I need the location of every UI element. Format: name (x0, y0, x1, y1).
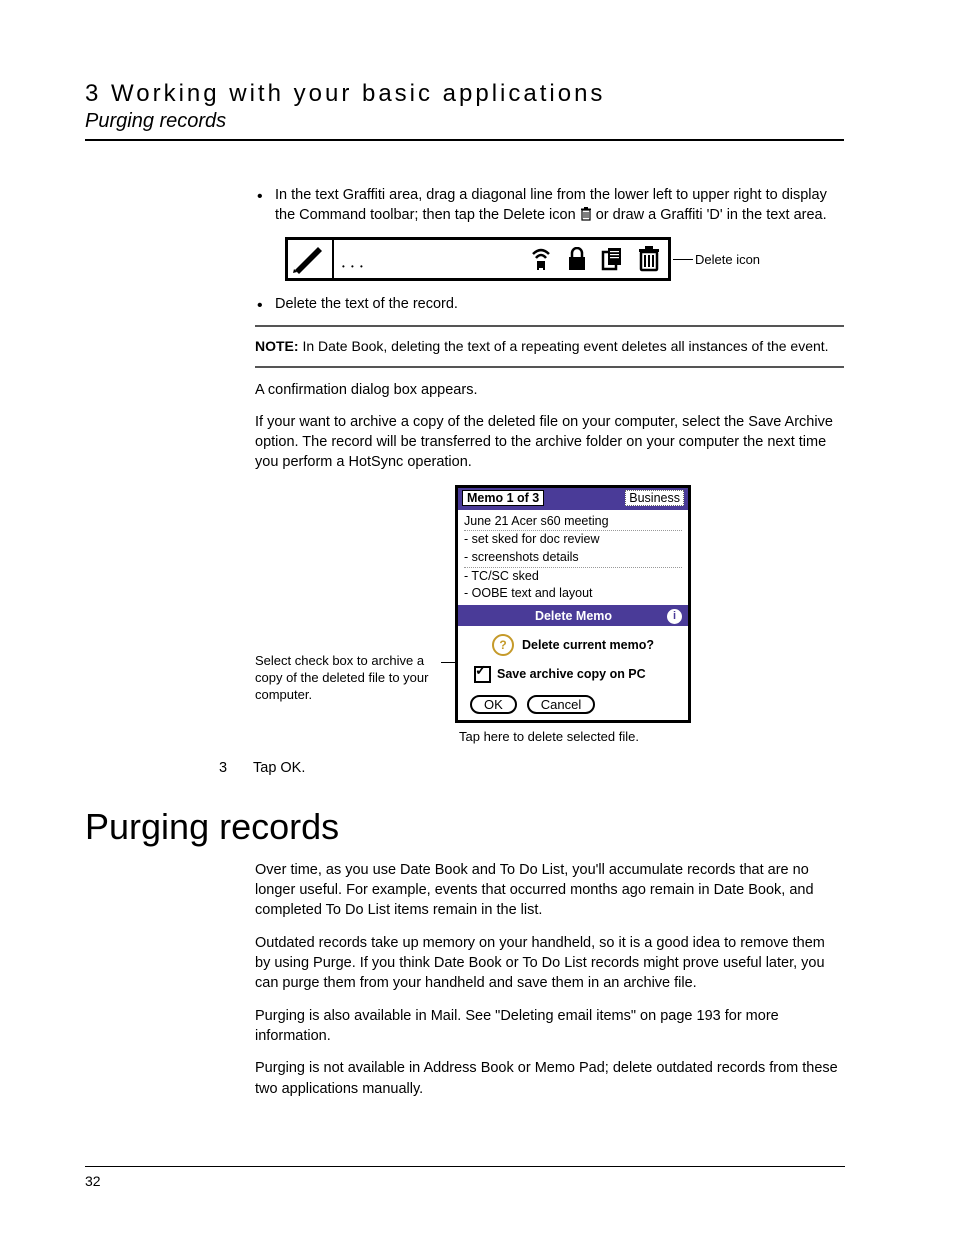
purge-para-4: Purging is not available in Address Book… (255, 1058, 844, 1099)
question-icon: ? (492, 634, 514, 656)
trash-icon (636, 246, 662, 272)
header-rule (85, 139, 844, 141)
note-rule-bottom (255, 366, 844, 368)
cancel-button[interactable]: Cancel (527, 695, 595, 714)
body-content: In the text Graffiti area, drag a diagon… (255, 186, 844, 776)
command-toolbar: • • • (285, 237, 671, 281)
bullet-delete-text: Delete the text of the record. (255, 295, 844, 315)
trash-icon (580, 207, 592, 228)
memo-body: June 21 Acer s60 meeting - set sked for … (458, 508, 688, 605)
archive-paragraph: If your want to archive a copy of the de… (255, 412, 844, 473)
memo-line: - screenshots details (464, 549, 682, 568)
memo-title: Memo 1 of 3 (462, 490, 544, 506)
memo-figure: Select check box to archive a copy of th… (255, 485, 844, 723)
step-row: 3 Tap OK. (219, 760, 844, 776)
callout-leader (441, 662, 455, 663)
ok-button[interactable]: OK (470, 695, 517, 714)
dialog-question: Delete current memo? (522, 638, 654, 652)
toolbar-ellipsis: • • • (334, 248, 528, 271)
step-text: Tap OK. (253, 760, 305, 776)
memo-line: - OOBE text and layout (464, 585, 682, 603)
memo-line: - TC/SC sked (464, 568, 682, 586)
note-rule-top (255, 325, 844, 327)
copy-icon (600, 246, 626, 272)
note-label: NOTE: (255, 338, 299, 354)
memo-line: - set sked for doc review (464, 531, 682, 549)
callout-leader (673, 259, 693, 260)
bullet-graffiti-delete: In the text Graffiti area, drag a diagon… (255, 186, 844, 227)
page-number: 32 (85, 1166, 845, 1189)
ok-callout: Tap here to delete selected file. (459, 729, 844, 744)
purge-para-2: Outdated records take up memory on your … (255, 933, 844, 994)
confirm-paragraph: A confirmation dialog box appears. (255, 380, 844, 400)
dialog-title: Delete Memo (535, 609, 612, 623)
dialog-title-bar: Delete Memo i (458, 605, 688, 626)
purge-para-1: Over time, as you use Date Book and To D… (255, 860, 844, 921)
chapter-title: 3 Working with your basic applications (85, 80, 844, 108)
info-icon[interactable]: i (667, 609, 682, 624)
note-block: NOTE: In Date Book, deleting the text of… (255, 335, 844, 358)
checkbox-label: Save archive copy on PC (497, 667, 646, 681)
memo-category[interactable]: Business (625, 490, 684, 506)
step-number: 3 (219, 760, 231, 776)
purging-body: Over time, as you use Date Book and To D… (255, 860, 844, 1099)
beam-icon (528, 246, 554, 272)
palm-screen: Memo 1 of 3 Business June 21 Acer s60 me… (455, 485, 691, 723)
pen-icon (288, 240, 334, 278)
command-toolbar-figure: • • • Delete icon (285, 237, 844, 281)
page: 3 Working with your basic applications P… (0, 0, 954, 1235)
delete-icon-callout: Delete icon (695, 252, 760, 267)
dialog-body: ? Delete current memo? Save archive copy… (458, 626, 688, 720)
checkbox-callout: Select check box to archive a copy of th… (255, 485, 441, 704)
lock-icon (564, 246, 590, 272)
save-archive-checkbox[interactable] (474, 666, 491, 683)
purge-para-3: Purging is also available in Mail. See "… (255, 1006, 844, 1047)
memo-line: June 21 Acer s60 meeting (464, 513, 682, 532)
section-subtitle: Purging records (85, 110, 844, 133)
section-heading: Purging records (85, 806, 844, 848)
note-text: In Date Book, deleting the text of a rep… (302, 338, 828, 354)
